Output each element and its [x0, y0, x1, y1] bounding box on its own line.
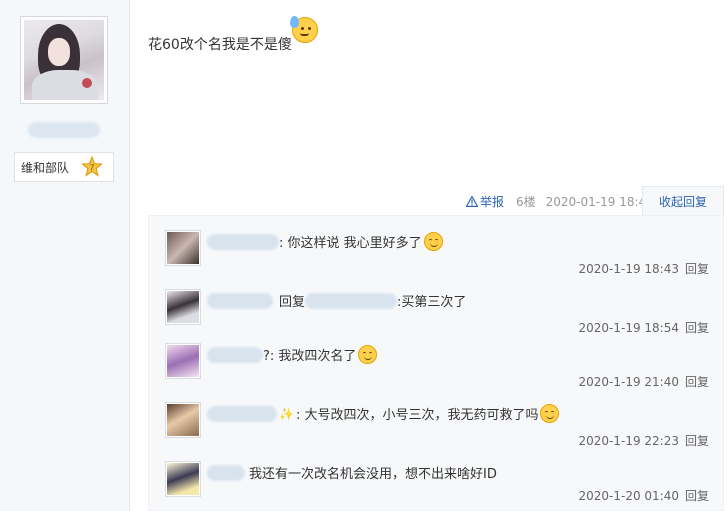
report-label: 举报 — [480, 195, 505, 209]
author-avatar-image — [24, 20, 104, 100]
reply-button[interactable]: 回复 — [685, 434, 709, 448]
shy-emoji-icon — [423, 232, 443, 251]
reply-target-redacted[interactable] — [305, 292, 398, 309]
reply-button[interactable]: 回复 — [685, 375, 709, 389]
reply-text: : 你这样说 我心里好多了 — [279, 236, 422, 251]
avatar[interactable] — [165, 230, 201, 266]
level-name: 维和部队 — [21, 160, 70, 175]
reply-button[interactable]: 回复 — [685, 262, 709, 276]
sweat-smile-emoji-icon — [290, 16, 318, 43]
level-number: 7 — [90, 164, 95, 173]
author-sidebar: 维和部队 7 — [0, 0, 130, 511]
reply-list: : 你这样说 我心里好多了 2020-1-19 18:43 回复 回复 :买第三次… — [148, 215, 724, 511]
level-star-icon: 7 — [81, 156, 103, 177]
crying-emoji-icon — [540, 404, 560, 423]
reply-text: :买第三次了 — [397, 295, 467, 310]
reply-time: 2020-1-19 21:40 — [578, 375, 679, 389]
reply-time: 2020-1-19 22:23 — [578, 434, 679, 448]
report-button[interactable]: 举报 — [466, 193, 504, 210]
username-redacted[interactable] — [207, 346, 263, 363]
reply-button[interactable]: 回复 — [685, 321, 709, 335]
post-time: 2020-01-19 18:41 — [545, 194, 654, 209]
username-redacted[interactable] — [207, 405, 277, 422]
floor-number: 6楼 — [516, 195, 536, 209]
reply-button[interactable]: 回复 — [685, 489, 709, 503]
username-redacted[interactable] — [207, 464, 245, 481]
avatar[interactable] — [165, 402, 201, 438]
warning-icon — [466, 196, 478, 207]
smile-emoji-icon — [358, 345, 378, 364]
reply-text: : 大号改四次，小号三次，我无药可救了吗 — [295, 408, 539, 423]
sparkle-icon: ✨ — [279, 406, 294, 421]
username-redacted[interactable] — [207, 233, 279, 250]
avatar[interactable] — [165, 289, 201, 325]
username-redacted[interactable] — [207, 292, 273, 309]
post-content: 花60改个名我是不是傻 — [148, 37, 292, 53]
collapse-replies-button[interactable]: 收起回复 — [642, 186, 724, 216]
author-avatar[interactable] — [20, 16, 108, 104]
reply-time: 2020-1-19 18:43 — [578, 262, 679, 276]
level-badge[interactable]: 维和部队 7 — [14, 152, 114, 182]
reply-text: 我还有一次改名机会没用，想不出来啥好ID — [249, 467, 497, 482]
reply-prefix: 回复 — [279, 295, 306, 310]
reply-text: ?: 我改四次名了 — [263, 349, 357, 364]
avatar[interactable] — [165, 461, 201, 497]
post-meta: 举报 6楼 2020-01-19 18:41 — [466, 193, 654, 210]
reply-time: 2020-1-19 18:54 — [578, 321, 679, 335]
reply-time: 2020-1-20 01:40 — [578, 489, 679, 503]
author-name-redacted[interactable] — [28, 122, 100, 138]
avatar[interactable] — [165, 343, 201, 379]
